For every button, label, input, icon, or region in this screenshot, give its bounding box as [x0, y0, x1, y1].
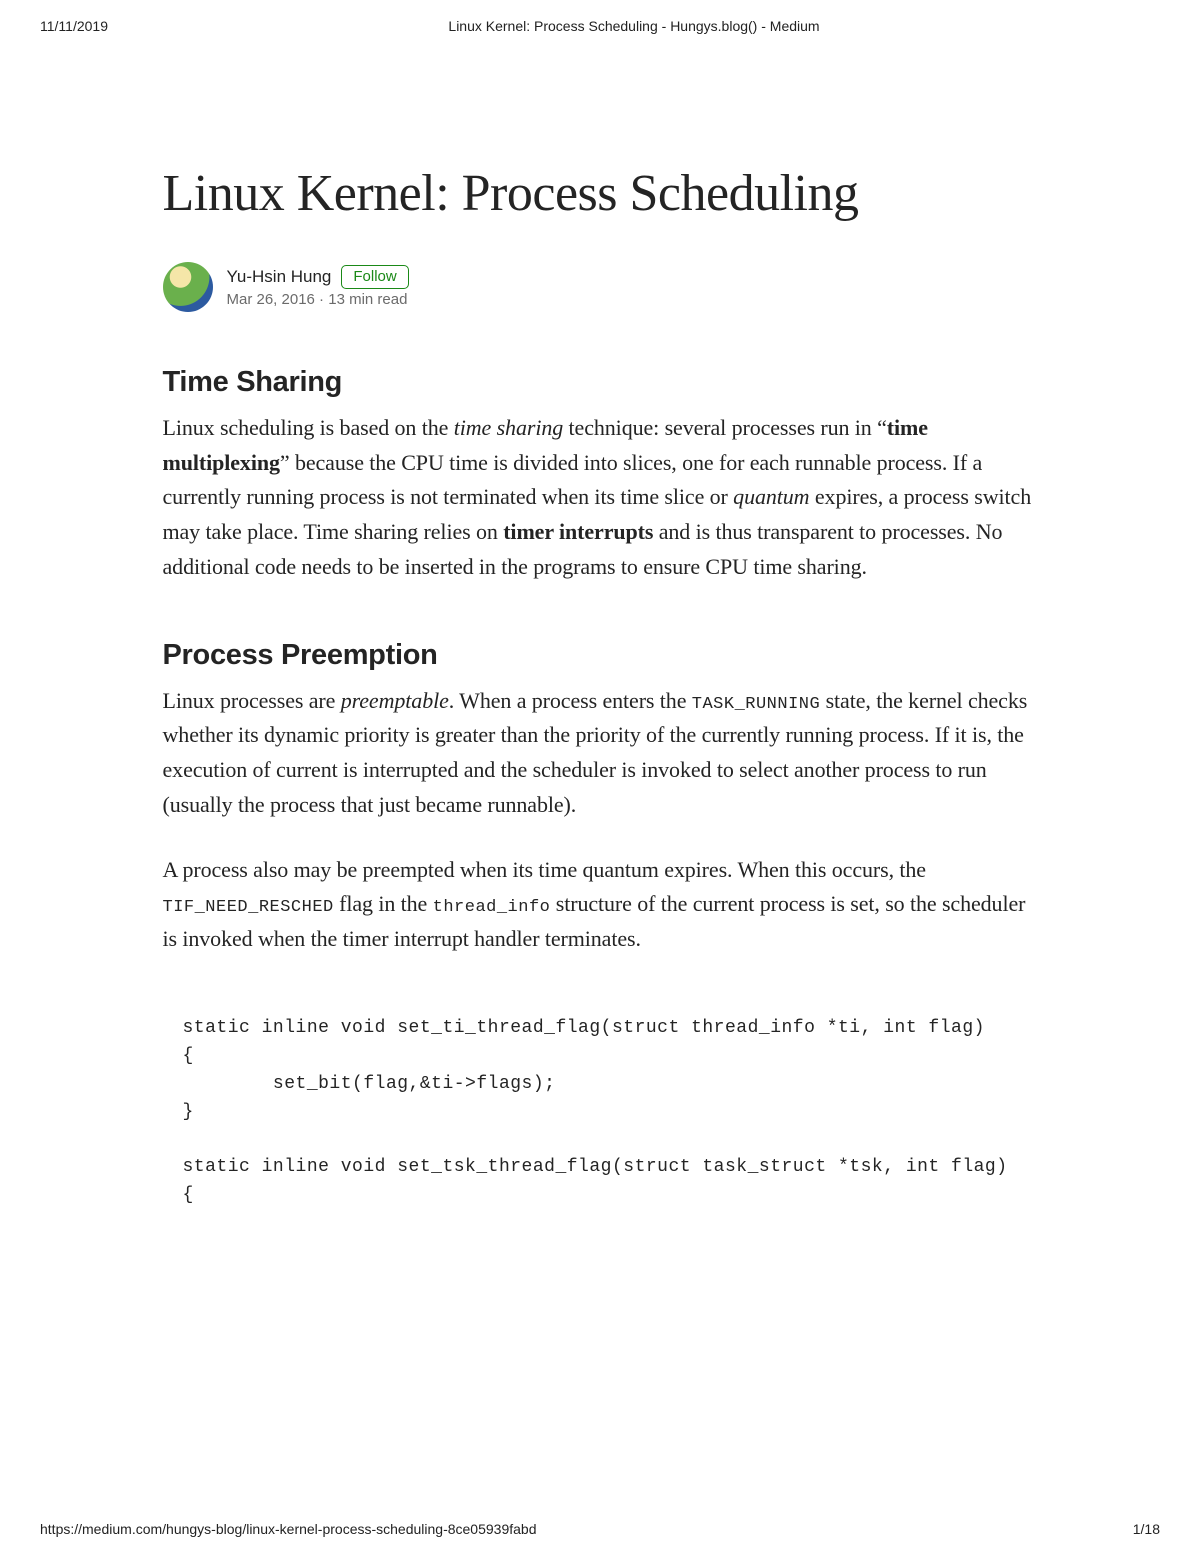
author-name[interactable]: Yu-Hsin Hung	[227, 267, 332, 287]
paragraph-preemption-1: Linux processes are preemptable. When a …	[163, 684, 1038, 823]
inline-code: TIF_NEED_RESCHED	[163, 898, 334, 917]
print-header: 11/11/2019 Linux Kernel: Process Schedul…	[0, 0, 1200, 34]
text-run: Linux scheduling is based on the	[163, 415, 454, 440]
text-italic: time sharing	[454, 415, 563, 440]
print-footer: https://medium.com/hungys-blog/linux-ker…	[0, 1521, 1200, 1537]
read-time: 13 min read	[328, 291, 407, 308]
byline-text: Yu-Hsin Hung Follow Mar 26, 2016 · 13 mi…	[227, 265, 409, 308]
heading-process-preemption: Process Preemption	[163, 639, 1038, 672]
article-content: Linux Kernel: Process Scheduling Yu-Hsin…	[163, 164, 1038, 1210]
article-date: Mar 26, 2016	[227, 291, 315, 308]
meta-sep: ·	[315, 291, 328, 308]
article-meta: Mar 26, 2016 · 13 min read	[227, 291, 409, 308]
follow-button[interactable]: Follow	[341, 265, 408, 289]
print-page-number: 1/18	[1133, 1521, 1160, 1537]
code-block: static inline void set_ti_thread_flag(st…	[183, 1015, 1018, 1210]
inline-code: TASK_RUNNING	[692, 695, 820, 714]
paragraph-time-sharing: Linux scheduling is based on the time sh…	[163, 411, 1038, 585]
article-title: Linux Kernel: Process Scheduling	[163, 164, 1038, 224]
inline-code: thread_info	[433, 898, 551, 917]
text-run: technique: several processes run in “	[563, 415, 887, 440]
text-run: A process also may be preempted when its…	[163, 857, 926, 882]
print-title: Linux Kernel: Process Scheduling - Hungy…	[448, 18, 819, 34]
heading-time-sharing: Time Sharing	[163, 366, 1038, 399]
text-italic: preemptable	[341, 688, 449, 713]
text-run: flag in the	[334, 891, 433, 916]
text-run: Linux processes are	[163, 688, 341, 713]
avatar[interactable]	[163, 262, 213, 312]
byline-top-row: Yu-Hsin Hung Follow	[227, 265, 409, 289]
print-date: 11/11/2019	[40, 18, 108, 34]
paragraph-preemption-2: A process also may be preempted when its…	[163, 853, 1038, 957]
text-bold: timer interrupts	[503, 519, 653, 544]
text-italic: quantum	[733, 484, 809, 509]
print-url: https://medium.com/hungys-blog/linux-ker…	[40, 1521, 537, 1537]
byline: Yu-Hsin Hung Follow Mar 26, 2016 · 13 mi…	[163, 262, 1038, 312]
text-run: . When a process enters the	[449, 688, 692, 713]
